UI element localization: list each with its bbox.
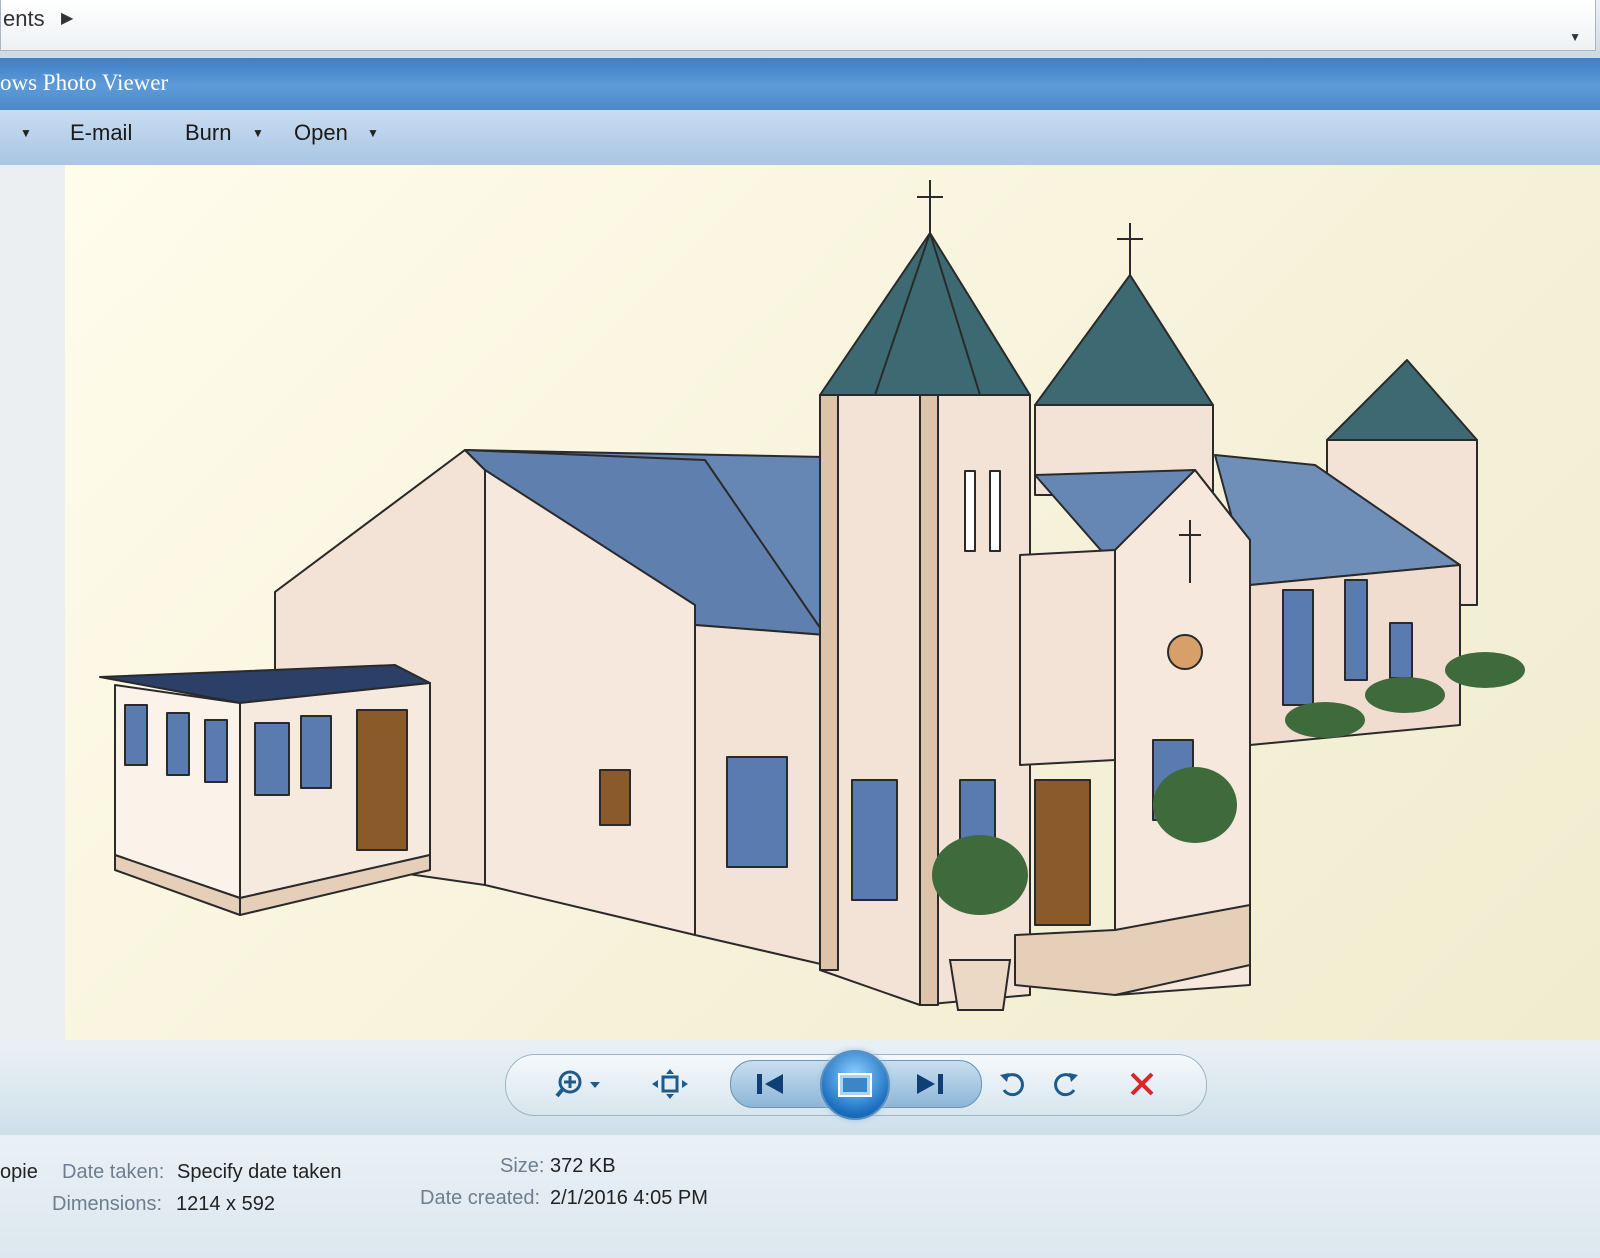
size-value: 372 KB: [550, 1155, 616, 1177]
previous-icon: [757, 1074, 783, 1094]
next-button[interactable]: [905, 1062, 955, 1106]
image-viewport[interactable]: [0, 165, 1600, 1040]
date-taken-value[interactable]: Specify date taken: [177, 1161, 342, 1184]
next-icon: [917, 1074, 943, 1094]
date-created-label: Date created:: [420, 1187, 541, 1209]
viewer-toolbar: [0, 1040, 1600, 1136]
address-dropdown-icon[interactable]: ▼: [1569, 30, 1581, 44]
date-created-value: 2/1/2016 4:05 PM: [550, 1187, 708, 1209]
burn-menu[interactable]: Burn: [185, 120, 231, 146]
actual-size-button[interactable]: [648, 1062, 692, 1106]
slideshow-button[interactable]: [820, 1050, 890, 1120]
dimensions-label: Dimensions:: [52, 1193, 163, 1215]
window-title: ows Photo Viewer: [0, 70, 169, 95]
date-taken-label: Date taken:: [62, 1161, 165, 1183]
actual-size-icon: [652, 1069, 688, 1099]
open-menu[interactable]: Open: [294, 120, 348, 146]
rotate-counterclockwise-icon: [1000, 1073, 1024, 1097]
church-rendering-image: [65, 165, 1600, 1040]
burn-dropdown-icon[interactable]: ▼: [252, 126, 264, 140]
menu-bar: ▼ E-mail Burn ▼ Open ▼: [0, 110, 1600, 166]
size-label: Size:: [500, 1155, 545, 1177]
address-bar: ents ▶ ▼: [0, 0, 1600, 59]
breadcrumb[interactable]: ents: [3, 6, 45, 32]
open-dropdown-icon[interactable]: ▼: [367, 126, 379, 140]
previous-button[interactable]: [745, 1062, 795, 1106]
title-bar: ows Photo Viewer: [0, 58, 1600, 110]
dimensions-value: 1214 x 592: [176, 1193, 275, 1215]
address-field[interactable]: ents ▶ ▼: [0, 0, 1596, 51]
file-name: opie: [0, 1161, 38, 1183]
zoom-button[interactable]: [550, 1062, 610, 1106]
rotate-counterclockwise-button[interactable]: [990, 1062, 1034, 1106]
rotate-clockwise-button[interactable]: [1044, 1062, 1088, 1106]
file-menu-dropdown-icon[interactable]: ▼: [20, 126, 32, 140]
zoom-icon: [555, 1070, 600, 1098]
delete-icon: [1130, 1072, 1154, 1096]
breadcrumb-arrow-icon[interactable]: ▶: [61, 8, 73, 28]
church-illustration: [99, 180, 1525, 1011]
rotate-clockwise-icon: [1054, 1073, 1078, 1097]
slideshow-icon: [838, 1073, 872, 1097]
delete-button[interactable]: [1120, 1062, 1164, 1106]
email-menu[interactable]: E-mail: [70, 120, 132, 146]
details-pane: opie Date taken: Specify date taken Dime…: [0, 1135, 1600, 1258]
